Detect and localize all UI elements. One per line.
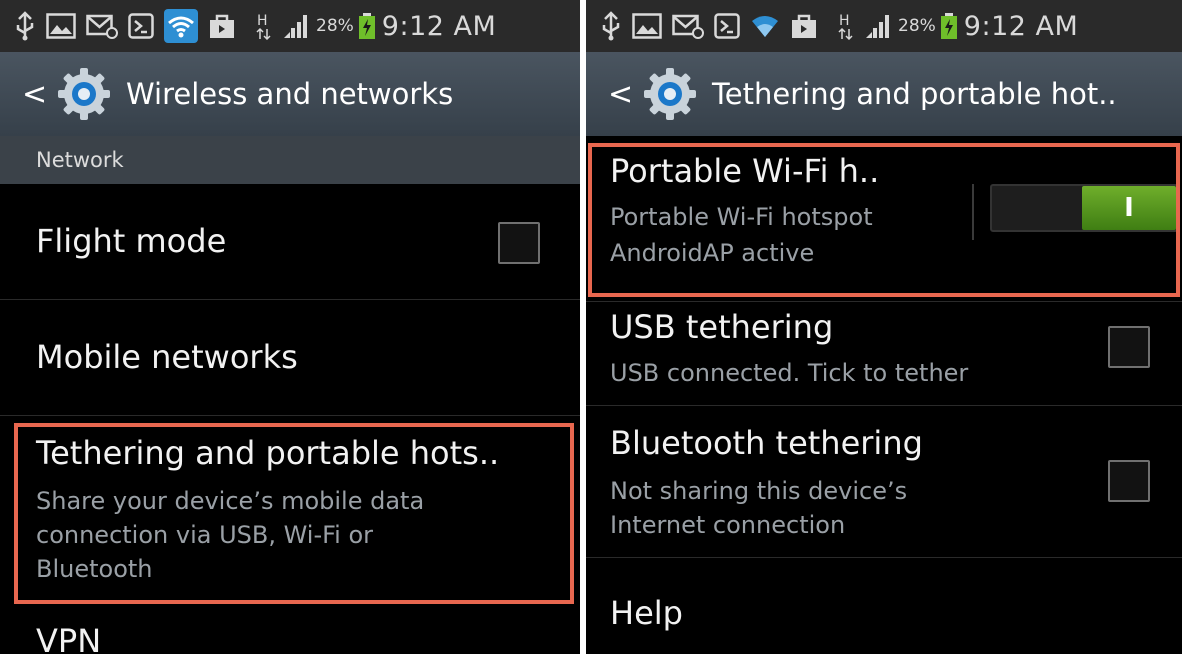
bag-icon [208,12,236,40]
bluetooth-tethering-row[interactable]: Bluetooth tethering Not sharing this dev… [586,406,1182,558]
usb-tethering-checkbox[interactable] [1108,326,1150,368]
battery-charging-icon [940,12,958,40]
status-bar: H 28% 9:12 AM [0,0,580,52]
signal-icon [864,12,894,40]
status-bar: H 28% 9:12 AM [586,0,1182,52]
vpn-row[interactable]: VPN [0,612,580,654]
hspa-icon: H [256,12,272,40]
svg-text:H: H [257,13,268,29]
bag-icon [790,12,818,40]
tethering-hotspot-row[interactable]: Tethering and portable hots.. Share your… [0,416,580,612]
battery-percent: 28% [316,16,354,36]
battery-percent: 28% [898,16,936,36]
back-chevron-icon[interactable]: < [608,77,633,112]
bluetooth-tethering-checkbox[interactable] [1108,460,1150,502]
hotspot-toggle[interactable]: I [990,184,1178,232]
tethering-screen: H 28% 9:12 AM < Tethering and portable h… [586,0,1182,654]
flight-mode-row[interactable]: Flight mode [0,184,580,300]
tethering-hotspot-description-3: Bluetooth [36,555,153,583]
flight-mode-checkbox[interactable] [498,222,540,264]
action-bar: < Tethering and portable hot.. [586,52,1182,136]
portable-wifi-hotspot-row[interactable]: Portable Wi-Fi h.. Portable Wi-Fi hotspo… [586,136,1182,302]
toggle-on-thumb: I [1082,186,1176,230]
wireless-networks-screen: H 28% 9:12 AM < Wireless and networks Ne… [0,0,580,654]
usb-icon [600,11,622,41]
back-chevron-icon[interactable]: < [22,77,47,112]
signal-icon [282,12,312,40]
bluetooth-tethering-status-2: Internet connection [610,511,846,539]
email-icon [672,13,704,39]
terminal-icon [128,13,154,39]
bluetooth-tethering-label: Bluetooth tethering [610,424,923,462]
portable-wifi-hotspot-status-2: AndroidAP active [610,239,815,267]
status-time: 9:12 AM [963,10,1079,42]
flight-mode-label: Flight mode [36,222,227,260]
status-time: 9:12 AM [381,10,497,42]
page-title: Tethering and portable hot.. [712,77,1117,111]
wifi-icon [164,9,198,43]
usb-tethering-label: USB tethering [610,308,834,346]
usb-tethering-status: USB connected. Tick to tether [610,359,969,387]
help-label: Help [610,594,683,632]
gallery-icon [46,13,76,39]
toggle-separator [972,184,974,240]
settings-gear-icon[interactable] [56,66,112,122]
tethering-hotspot-description-2: connection via USB, Wi-Fi or [36,521,374,549]
gallery-icon [632,13,662,39]
usb-tethering-row[interactable]: USB tethering USB connected. Tick to tet… [586,302,1182,406]
email-icon [86,13,118,39]
help-row[interactable]: Help [586,558,1182,654]
tethering-hotspot-description-1: Share your device’s mobile data [36,487,425,515]
terminal-icon [714,13,740,39]
hspa-icon: H [838,12,854,40]
svg-text:H: H [839,13,850,29]
section-header-network: Network [0,136,580,184]
page-title: Wireless and networks [126,77,454,111]
mobile-networks-label: Mobile networks [36,338,298,376]
bluetooth-tethering-status-1: Not sharing this device’s [610,477,908,505]
battery-charging-icon [358,12,376,40]
action-bar: < Wireless and networks [0,52,580,136]
tethering-hotspot-label: Tethering and portable hots.. [36,434,500,472]
mobile-networks-row[interactable]: Mobile networks [0,300,580,416]
usb-icon [14,11,36,41]
portable-wifi-hotspot-label: Portable Wi-Fi h.. [610,152,880,190]
settings-gear-icon[interactable] [642,66,698,122]
vpn-label: VPN [36,622,102,654]
wifi-icon [750,13,780,39]
portable-wifi-hotspot-status-1: Portable Wi-Fi hotspot [610,203,873,231]
